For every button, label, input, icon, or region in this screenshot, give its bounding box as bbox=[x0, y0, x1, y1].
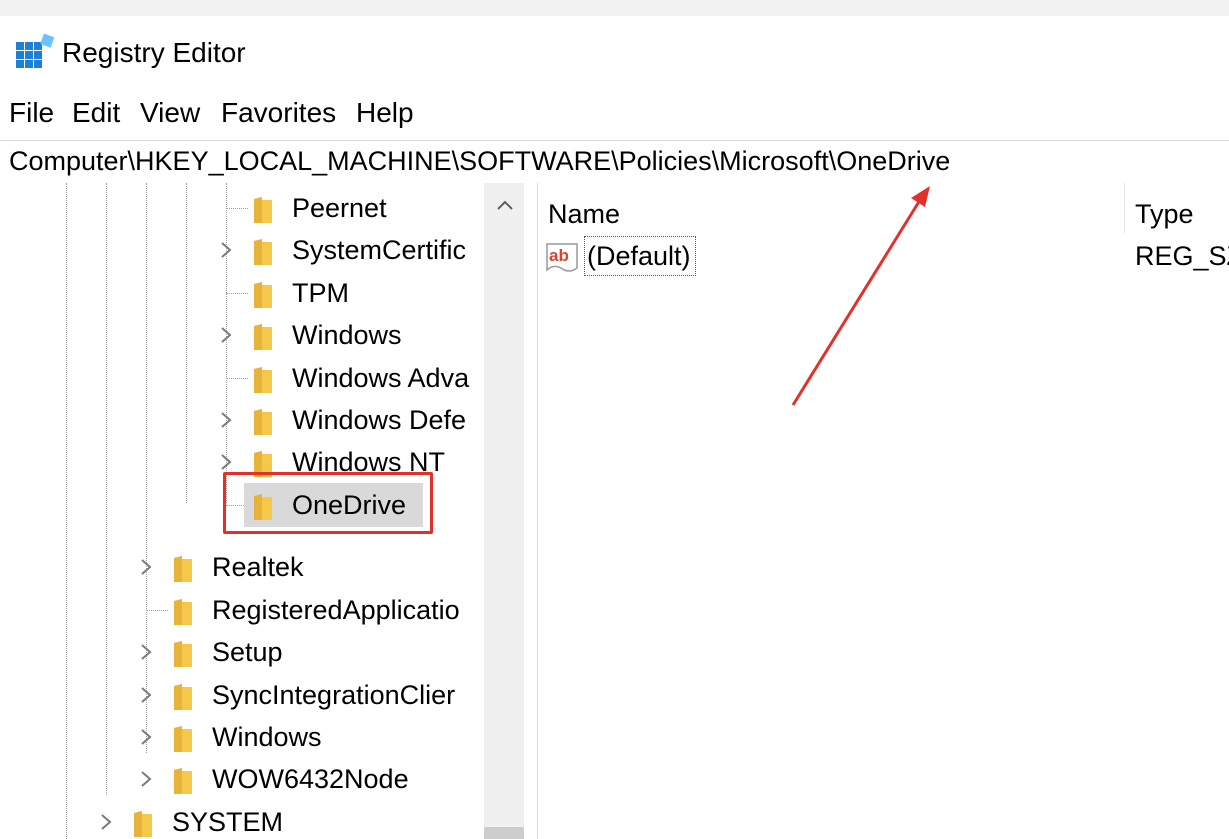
value-type: REG_SZ bbox=[1135, 241, 1229, 271]
column-header-type[interactable]: Type bbox=[1135, 197, 1194, 231]
tree-node-wow6432node[interactable]: WOW6432Node bbox=[136, 758, 484, 800]
column-header-name[interactable]: Name bbox=[548, 197, 620, 231]
tree-node-label: WOW6432Node bbox=[212, 764, 409, 794]
tree-node-label: Peernet bbox=[292, 193, 387, 223]
folder-icon bbox=[254, 197, 272, 223]
chevron-right-icon[interactable] bbox=[140, 770, 152, 788]
pane-splitter[interactable] bbox=[524, 183, 538, 839]
menu-file[interactable]: File bbox=[8, 96, 55, 130]
menu-view[interactable]: View bbox=[139, 96, 201, 130]
chevron-up-icon[interactable] bbox=[496, 199, 514, 211]
column-separator[interactable] bbox=[1124, 183, 1125, 233]
value-name[interactable]: (Default) bbox=[584, 236, 696, 276]
address-bar[interactable]: Computer\HKEY_LOCAL_MACHINE\SOFTWARE\Pol… bbox=[0, 140, 1229, 184]
folder-icon bbox=[254, 324, 272, 350]
tree-node-peernet[interactable]: Peernet bbox=[248, 187, 484, 229]
menu-favorites[interactable]: Favorites bbox=[220, 96, 337, 130]
folder-icon bbox=[174, 726, 192, 752]
tree-node-syncintegrationclients[interactable]: SyncIntegrationClier bbox=[136, 674, 484, 716]
folder-icon bbox=[174, 768, 192, 794]
chevron-right-icon[interactable] bbox=[220, 326, 232, 344]
menu-edit[interactable]: Edit bbox=[71, 96, 121, 130]
values-list: Name Type ab (Default) REG_SZ bbox=[538, 183, 1229, 839]
tree-node-label: SyncIntegrationClier bbox=[212, 680, 456, 710]
address-path[interactable]: Computer\HKEY_LOCAL_MACHINE\SOFTWARE\Pol… bbox=[9, 144, 950, 178]
scrollbar-thumb[interactable] bbox=[484, 827, 524, 839]
tree-node-label: Windows Defe bbox=[292, 405, 467, 435]
tree-node-label: SYSTEM bbox=[172, 807, 284, 837]
chevron-right-icon[interactable] bbox=[140, 686, 152, 704]
tree-node-label: Windows Adva bbox=[292, 363, 470, 393]
chevron-right-icon[interactable] bbox=[220, 241, 232, 259]
folder-icon bbox=[174, 641, 192, 667]
tree-guide-line bbox=[186, 183, 187, 503]
folder-icon bbox=[254, 409, 272, 435]
tree-node-label: RegisteredApplicatio bbox=[212, 595, 460, 625]
tree-scrollbar[interactable] bbox=[484, 183, 524, 839]
window-title: Registry Editor bbox=[62, 37, 246, 68]
tree-node-systemcertific[interactable]: SystemCertific bbox=[216, 229, 484, 271]
tree-node-label: TPM bbox=[292, 278, 349, 308]
tree-node-label: Windows bbox=[292, 320, 402, 350]
chevron-right-icon[interactable] bbox=[220, 453, 232, 471]
chevron-right-icon[interactable] bbox=[140, 728, 152, 746]
tree-node-label: Windows bbox=[212, 722, 322, 752]
tree-node-setup[interactable]: Setup bbox=[136, 631, 484, 673]
string-value-icon: ab bbox=[546, 243, 578, 272]
tree-node-label: Setup bbox=[212, 637, 283, 667]
tree-node-windows-advanced[interactable]: Windows Adva bbox=[248, 357, 484, 399]
chevron-right-icon[interactable] bbox=[220, 411, 232, 429]
tree-node-label: Realtek bbox=[212, 552, 304, 582]
folder-icon bbox=[174, 556, 192, 582]
tree-node-realtek[interactable]: Realtek bbox=[136, 546, 484, 588]
chevron-right-icon[interactable] bbox=[140, 558, 152, 576]
folder-icon bbox=[254, 282, 272, 308]
tree-node-windows-defender[interactable]: Windows Defe bbox=[216, 399, 484, 441]
registry-editor-window: Registry Editor File Edit View Favorites… bbox=[0, 16, 1229, 839]
tree-guide-line bbox=[106, 183, 107, 795]
chevron-right-icon[interactable] bbox=[140, 643, 152, 661]
title-bar: Registry Editor bbox=[0, 16, 1229, 92]
tree-node-windows[interactable]: Windows bbox=[136, 716, 484, 758]
folder-icon bbox=[174, 684, 192, 710]
folder-icon bbox=[134, 811, 152, 837]
folder-icon bbox=[254, 367, 272, 393]
tree-node-tpm[interactable]: TPM bbox=[248, 272, 484, 314]
svg-text:ab: ab bbox=[549, 246, 569, 265]
menu-help[interactable]: Help bbox=[355, 96, 415, 130]
registry-editor-icon bbox=[16, 34, 55, 68]
menu-bar: File Edit View Favorites Help bbox=[0, 92, 1229, 134]
tree-node-windows-policies[interactable]: Windows bbox=[216, 314, 484, 356]
folder-icon bbox=[254, 239, 272, 265]
tree-node-registeredapplications[interactable]: RegisteredApplicatio bbox=[168, 589, 484, 631]
folder-icon bbox=[174, 599, 192, 625]
chevron-right-icon[interactable] bbox=[100, 813, 112, 831]
annotation-highlight-box bbox=[223, 472, 433, 534]
tree-node-label: SystemCertific bbox=[292, 235, 467, 265]
tree-node-system[interactable]: SYSTEM bbox=[96, 801, 484, 839]
tree-guide-line bbox=[66, 183, 67, 839]
